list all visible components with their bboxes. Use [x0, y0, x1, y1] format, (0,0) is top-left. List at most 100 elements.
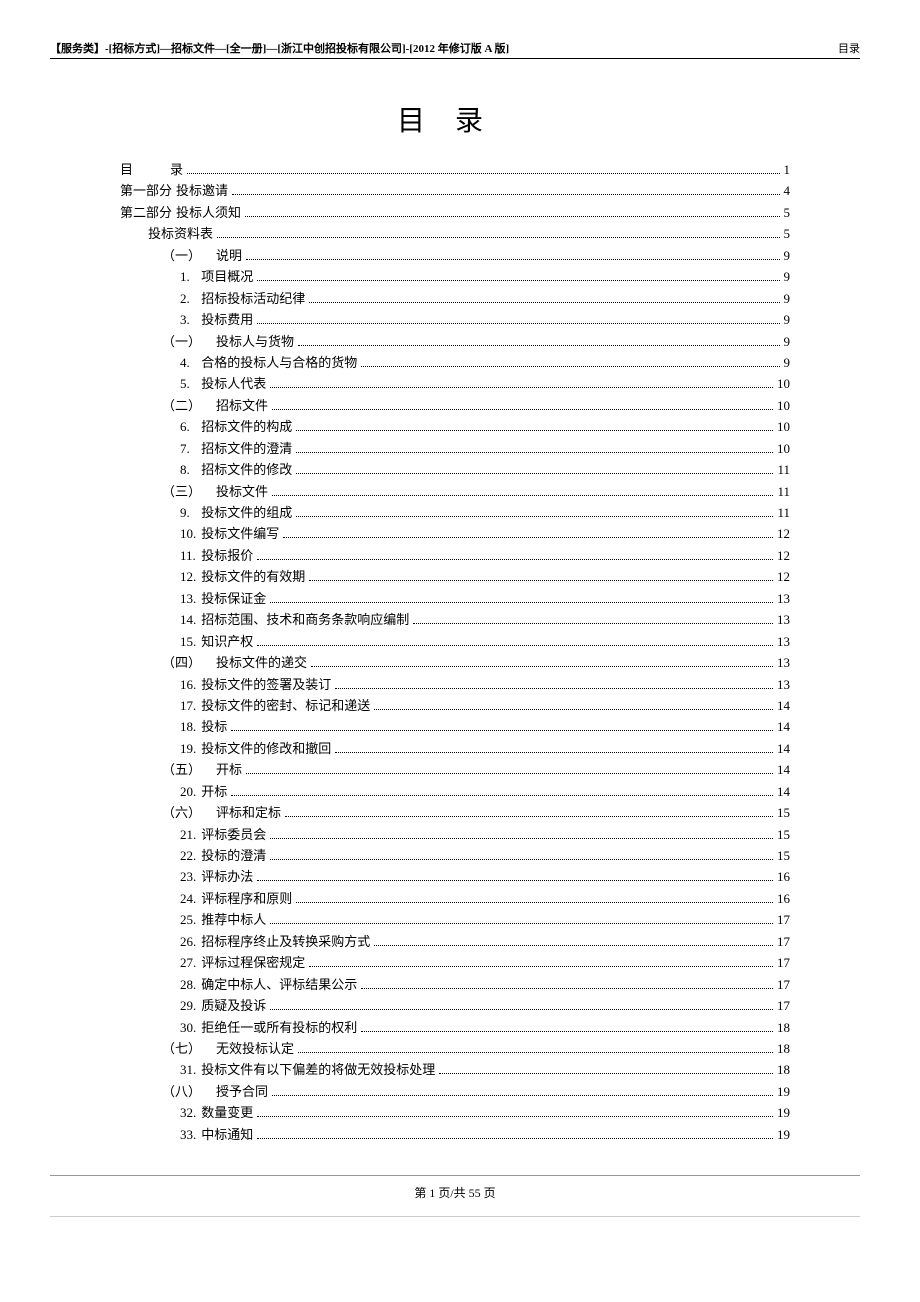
- toc-page-number: 19: [777, 1124, 790, 1145]
- toc-entry: 18. 投标14: [120, 716, 790, 737]
- toc-label: 26. 招标程序终止及转换采购方式: [180, 931, 370, 952]
- toc-page-number: 9: [784, 288, 791, 309]
- toc-leader-dots: [245, 216, 779, 217]
- toc-entry: 15. 知识产权13: [120, 631, 790, 652]
- toc-entry: （七）无效投标认定18: [120, 1038, 790, 1059]
- toc-label: 21. 评标委员会: [180, 824, 266, 845]
- toc-label: （一）说明: [162, 245, 242, 266]
- toc-page-number: 4: [784, 180, 791, 201]
- toc-page-number: 12: [777, 545, 790, 566]
- toc-leader-dots: [232, 194, 779, 195]
- toc-label: （五）开标: [162, 759, 242, 780]
- toc-page-number: 10: [777, 373, 790, 394]
- toc-page-number: 17: [777, 995, 790, 1016]
- toc-label: 投标资料表: [148, 223, 213, 244]
- toc-leader-dots: [257, 323, 779, 324]
- toc-entry: 第一部分投标邀请 4: [120, 180, 790, 201]
- toc-label: 16. 投标文件的签署及装订: [180, 674, 331, 695]
- toc-leader-dots: [361, 366, 779, 367]
- toc-leader-dots: [296, 430, 773, 431]
- toc-entry: 19. 投标文件的修改和撤回14: [120, 738, 790, 759]
- toc-leader-dots: [257, 280, 779, 281]
- toc-leader-dots: [246, 259, 779, 260]
- toc-leader-dots: [413, 623, 773, 624]
- toc-leader-dots: [270, 859, 773, 860]
- toc-page-number: 13: [777, 652, 790, 673]
- toc-label: 20. 开标: [180, 781, 227, 802]
- toc-entry: 11. 投标报价 12: [120, 545, 790, 566]
- toc-page-number: 5: [784, 223, 791, 244]
- toc-entry: 5. 投标人代表10: [120, 373, 790, 394]
- toc-label: 7. 招标文件的澄清: [180, 438, 292, 459]
- toc-leader-dots: [231, 730, 773, 731]
- toc-label: 10. 投标文件编写: [180, 523, 279, 544]
- toc-label: 目录: [120, 159, 183, 180]
- toc-page-number: 14: [777, 695, 790, 716]
- toc-page-number: 16: [777, 888, 790, 909]
- toc-leader-dots: [257, 1116, 773, 1117]
- toc-page-number: 17: [777, 909, 790, 930]
- toc-leader-dots: [246, 773, 773, 774]
- header-left-text: 【服务类】-[招标方式]—招标文件—[全一册]—[浙江中创招投标有限公司]-[2…: [50, 40, 509, 56]
- toc-entry: （二）招标文件10: [120, 395, 790, 416]
- toc-page-number: 18: [777, 1017, 790, 1038]
- toc-entry: （一）投标人与货物9: [120, 331, 790, 352]
- toc-page-number: 19: [777, 1081, 790, 1102]
- toc-page-number: 13: [777, 631, 790, 652]
- toc-leader-dots: [257, 645, 773, 646]
- toc-page-number: 9: [784, 266, 791, 287]
- toc-leader-dots: [257, 880, 773, 881]
- toc-label: （一）投标人与货物: [162, 331, 294, 352]
- toc-label: 29. 质疑及投诉: [180, 995, 266, 1016]
- toc-leader-dots: [296, 902, 773, 903]
- toc-label: 30. 拒绝任一或所有投标的权利: [180, 1017, 357, 1038]
- toc-leader-dots: [296, 452, 773, 453]
- toc-leader-dots: [272, 1095, 773, 1096]
- toc-label: 24. 评标程序和原则: [180, 888, 292, 909]
- toc-page-number: 16: [777, 866, 790, 887]
- page-footer: 第 1 页/共 55 页: [50, 1175, 860, 1201]
- toc-label: （六）评标和定标: [162, 802, 281, 823]
- toc-page-number: 17: [777, 952, 790, 973]
- toc-entry: 20. 开标14: [120, 781, 790, 802]
- toc-entry: 31. 投标文件有以下偏差的将做无效投标处理18: [120, 1059, 790, 1080]
- toc-entry: 16. 投标文件的签署及装订 13: [120, 674, 790, 695]
- toc-entry: （五）开标 14: [120, 759, 790, 780]
- toc-leader-dots: [257, 1138, 773, 1139]
- toc-leader-dots: [374, 709, 773, 710]
- toc-leader-dots: [270, 838, 773, 839]
- toc-entry: 3. 投标费用 9: [120, 309, 790, 330]
- toc-leader-dots: [374, 945, 773, 946]
- toc-label: 18. 投标: [180, 716, 227, 737]
- toc-label: 第一部分投标邀请: [120, 180, 228, 201]
- toc-entry: 4. 合格的投标人与合格的货物9: [120, 352, 790, 373]
- footer-divider: [50, 1216, 860, 1217]
- toc-label: 4. 合格的投标人与合格的货物: [180, 352, 357, 373]
- toc-leader-dots: [298, 345, 779, 346]
- toc-page-number: 14: [777, 759, 790, 780]
- toc-entry: 32. 数量变更19: [120, 1102, 790, 1123]
- toc-entry: 23. 评标办法16: [120, 866, 790, 887]
- toc-leader-dots: [309, 966, 773, 967]
- toc-entry: 21. 评标委员会15: [120, 824, 790, 845]
- toc-label: 33. 中标通知: [180, 1124, 253, 1145]
- toc-leader-dots: [296, 473, 773, 474]
- toc-entry: 6. 招标文件的构成10: [120, 416, 790, 437]
- toc-entry: 28. 确定中标人、评标结果公示17: [120, 974, 790, 995]
- toc-entry: 8. 招标文件的修改11: [120, 459, 790, 480]
- toc-page-number: 9: [784, 245, 791, 266]
- toc-leader-dots: [309, 580, 773, 581]
- toc-leader-dots: [311, 666, 773, 667]
- toc-entry: 17. 投标文件的密封、标记和递送14: [120, 695, 790, 716]
- toc-page-number: 18: [777, 1059, 790, 1080]
- toc-label: 11. 投标报价: [180, 545, 253, 566]
- toc-page-number: 9: [784, 309, 791, 330]
- toc-label: 3. 投标费用: [180, 309, 253, 330]
- toc-entry: 10. 投标文件编写12: [120, 523, 790, 544]
- toc-leader-dots: [272, 495, 773, 496]
- toc-entry: 22. 投标的澄清15: [120, 845, 790, 866]
- toc-page-number: 13: [777, 674, 790, 695]
- toc-entry: 投标资料表 5: [120, 223, 790, 244]
- toc-entry: 2. 招标投标活动纪律9: [120, 288, 790, 309]
- toc-entry: （一）说明 9: [120, 245, 790, 266]
